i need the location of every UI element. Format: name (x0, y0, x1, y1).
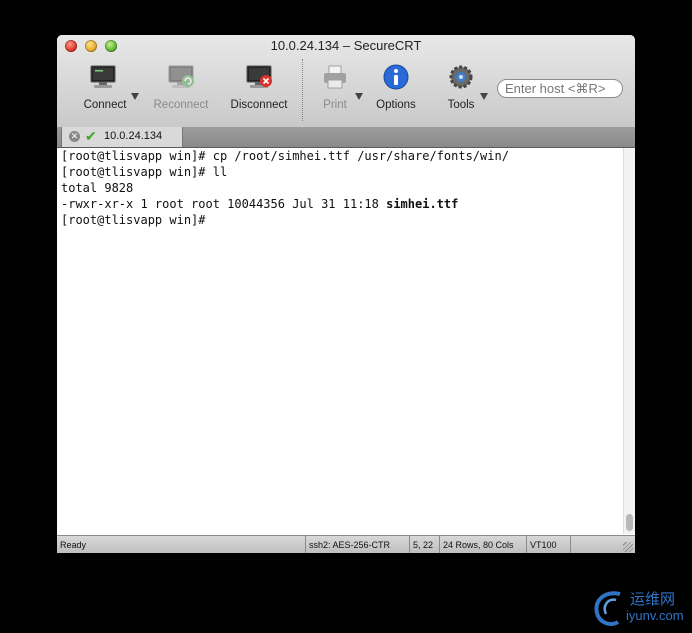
file-listing-attributes: -rwxr-xr-x 1 root root 10044356 Jul 31 1… (61, 197, 387, 211)
status-bar: Ready ssh2: AES-256-CTR 5, 22 24 Rows, 8… (57, 535, 635, 553)
terminal-line: total 9828 (61, 181, 134, 195)
monitor-icon (90, 65, 116, 88)
printer-icon (324, 65, 346, 89)
tools-label: Tools (447, 99, 475, 111)
print-label: Print (323, 99, 347, 111)
scrollbar-thumb[interactable] (626, 514, 633, 531)
reconnect-label: Reconnect (153, 99, 209, 111)
status-text: Ready (60, 540, 87, 550)
enter-host-field[interactable]: Enter host <⌘R> (497, 79, 623, 98)
options-button[interactable]: Options (371, 61, 421, 117)
watermark-cn-text: 运维网 (630, 591, 676, 608)
tools-button[interactable]: Tools (439, 61, 483, 117)
securecrt-window: 10.0.24.134 – SecureCRT Connect Reconnec… (57, 35, 635, 553)
print-dropdown-arrow[interactable] (355, 93, 363, 100)
connect-button[interactable]: Connect (75, 61, 135, 117)
connect-label: Connect (83, 99, 127, 111)
monitor-disconnect-icon (246, 65, 272, 88)
status-emulation: VT100 (526, 536, 570, 553)
watermark-logo-icon (594, 591, 621, 626)
terminal-line: [root@tlisvapp win]# cp /root/simhei.ttf… (61, 149, 509, 163)
titlebar-toolbar: 10.0.24.134 – SecureCRT Connect Reconnec… (57, 35, 635, 128)
session-tab-bar: ✕ ✔ 10.0.24.134 (57, 127, 635, 148)
gear-icon (449, 65, 473, 89)
connected-check-icon: ✔ (85, 128, 97, 144)
terminal-output[interactable]: [root@tlisvapp win]# cp /root/simhei.ttf… (57, 148, 623, 534)
terminal-line-file: -rwxr-xr-x 1 root root 10044356 Jul 31 1… (61, 196, 623, 212)
terminal-prompt-line: [root@tlisvapp win]# (61, 213, 206, 227)
site-watermark: 运维网 iyunv.com (590, 586, 690, 630)
close-tab-icon[interactable]: ✕ (69, 131, 80, 142)
status-cipher: ssh2: AES-256-CTR (305, 536, 409, 553)
terminal-line: [root@tlisvapp win]# ll (61, 165, 228, 179)
connect-dropdown-arrow[interactable] (131, 93, 139, 100)
disconnect-button[interactable]: Disconnect (225, 61, 293, 117)
session-tab[interactable]: ✕ ✔ 10.0.24.134 (61, 127, 183, 147)
watermark-en-text: iyunv.com (626, 608, 684, 623)
status-terminal-size: 24 Rows, 80 Cols (439, 536, 526, 553)
info-icon (383, 64, 409, 90)
file-name: simhei.ttf (386, 197, 459, 211)
status-cursor-position: 5, 22 (409, 536, 439, 553)
reconnect-button[interactable]: Reconnect (149, 61, 213, 117)
disconnect-label: Disconnect (230, 99, 288, 111)
resize-grip[interactable] (623, 542, 633, 552)
window-title: 10.0.24.134 – SecureCRT (270, 38, 422, 53)
tab-label: 10.0.24.134 (104, 130, 163, 142)
monitor-reconnect-icon (168, 65, 194, 88)
tools-dropdown-arrow[interactable] (480, 93, 488, 100)
options-label: Options (376, 99, 416, 111)
print-button[interactable]: Print (315, 61, 355, 117)
terminal-scrollbar[interactable] (623, 148, 635, 534)
status-extra-cell (570, 536, 612, 553)
toolbar-separator (302, 59, 303, 121)
